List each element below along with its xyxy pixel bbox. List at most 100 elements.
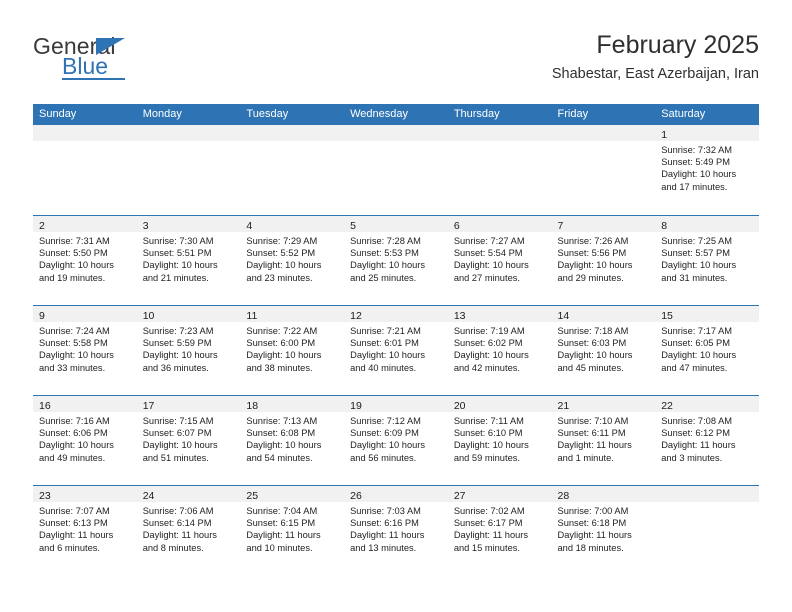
day-detail-line: Sunset: 6:08 PM bbox=[246, 428, 316, 439]
day-detail-line: Sunrise: 7:26 AM bbox=[557, 236, 629, 246]
calendar-week-row: 1 Sunrise: 7:32 AM Sunset: 5:49 PM Daylight… bbox=[33, 125, 759, 215]
calendar-day-cell[interactable]: 25 Sunrise: 7:04 AM Sunset: 6:15 PM Dayligh… bbox=[240, 486, 345, 575]
day-details: Sunrise: 7:28 AM Sunset: 5:53 PM Daylight:… bbox=[344, 232, 448, 284]
calendar-day-cell[interactable]: 4 Sunrise: 7:29 AM Sunset: 5:52 PM Daylight… bbox=[240, 216, 345, 305]
day-detail-line: Sunrise: 7:23 AM bbox=[142, 326, 214, 336]
day-number-band: 26 bbox=[344, 486, 448, 502]
day-details: Sunrise: 7:06 AM Sunset: 6:14 PM Daylight:… bbox=[137, 502, 241, 554]
day-detail-line: and 3 minutes. bbox=[661, 452, 723, 463]
day-number: 28 bbox=[557, 490, 570, 502]
day-detail-line: and 42 minutes. bbox=[453, 362, 520, 373]
day-detail-line: Sunset: 6:02 PM bbox=[453, 338, 523, 349]
day-details: Sunrise: 7:00 AM Sunset: 6:18 PM Daylight:… bbox=[552, 502, 656, 554]
calendar-day-cell[interactable]: 19 Sunrise: 7:12 AM Sunset: 6:09 PM Dayligh… bbox=[344, 396, 448, 485]
calendar-day-cell[interactable]: 6 Sunrise: 7:27 AM Sunset: 5:54 PM Daylight… bbox=[447, 216, 552, 305]
calendar-day-cell[interactable]: 3 Sunrise: 7:30 AM Sunset: 5:51 PM Daylight… bbox=[136, 216, 241, 305]
calendar-day-cell[interactable]: 24 Sunrise: 7:06 AM Sunset: 6:14 PM Dayligh… bbox=[136, 486, 241, 575]
day-details: Sunrise: 7:29 AM Sunset: 5:52 PM Daylight:… bbox=[240, 232, 344, 284]
day-number-band: 16 bbox=[33, 396, 137, 412]
day-number-band: 24 bbox=[136, 486, 241, 502]
day-number-band: 6 bbox=[447, 216, 552, 232]
day-details: Sunrise: 7:19 AM Sunset: 6:02 PM Daylight:… bbox=[448, 322, 552, 374]
day-number: 18 bbox=[246, 400, 259, 412]
day-number-band: 19 bbox=[344, 396, 448, 412]
day-number: 13 bbox=[453, 310, 466, 322]
day-details bbox=[344, 141, 448, 144]
weekday-header-wednesday: Wednesday bbox=[350, 108, 408, 120]
day-details: Sunrise: 7:04 AM Sunset: 6:15 PM Daylight:… bbox=[240, 502, 344, 554]
day-detail-line: Sunset: 5:58 PM bbox=[39, 338, 108, 349]
day-detail-line: and 56 minutes. bbox=[350, 452, 417, 463]
day-detail-line: Daylight: 10 hours bbox=[350, 440, 426, 451]
calendar-day-cell[interactable]: 17 Sunrise: 7:15 AM Sunset: 6:07 PM Dayligh… bbox=[136, 396, 241, 485]
day-number-band bbox=[344, 125, 448, 141]
calendar-day-cell[interactable]: 12 Sunrise: 7:21 AM Sunset: 6:01 PM Dayligh… bbox=[344, 306, 448, 395]
day-detail-line: Sunrise: 7:12 AM bbox=[350, 416, 421, 426]
calendar-day-cell[interactable]: 27 Sunrise: 7:02 AM Sunset: 6:17 PM Dayligh… bbox=[447, 486, 552, 575]
calendar-day-cell[interactable]: 18 Sunrise: 7:13 AM Sunset: 6:08 PM Dayligh… bbox=[240, 396, 345, 485]
calendar-day-cell[interactable]: 7 Sunrise: 7:26 AM Sunset: 5:56 PM Daylight… bbox=[551, 216, 656, 305]
day-details bbox=[240, 141, 344, 144]
day-detail-line: Daylight: 10 hours bbox=[661, 350, 737, 361]
day-detail-line: Daylight: 10 hours bbox=[142, 440, 218, 451]
calendar-week-row: 16 Sunrise: 7:16 AM Sunset: 6:06 PM Dayligh… bbox=[33, 395, 759, 485]
calendar-day-cell[interactable]: 20 Sunrise: 7:11 AM Sunset: 6:10 PM Dayligh… bbox=[447, 396, 552, 485]
calendar-day-cell[interactable]: 5 Sunrise: 7:28 AM Sunset: 5:53 PM Daylight… bbox=[344, 216, 448, 305]
day-detail-line: Sunset: 6:13 PM bbox=[39, 518, 108, 529]
calendar-day-cell[interactable]: 21 Sunrise: 7:10 AM Sunset: 6:11 PM Dayligh… bbox=[551, 396, 656, 485]
day-detail-line: Daylight: 10 hours bbox=[661, 260, 737, 271]
calendar-day-cell[interactable]: 15 Sunrise: 7:17 AM Sunset: 6:05 PM Dayligh… bbox=[655, 306, 759, 395]
day-number-band: 14 bbox=[551, 306, 656, 322]
day-detail-line: Sunset: 6:12 PM bbox=[661, 428, 730, 439]
calendar-day-cell[interactable]: 23 Sunrise: 7:07 AM Sunset: 6:13 PM Dayligh… bbox=[33, 486, 137, 575]
day-detail-line: and 17 minutes. bbox=[661, 181, 728, 192]
day-detail-line: Sunrise: 7:04 AM bbox=[246, 506, 318, 516]
day-detail-line: and 29 minutes. bbox=[557, 272, 624, 283]
day-number-band bbox=[33, 125, 137, 141]
calendar-day-cell[interactable]: 28 Sunrise: 7:00 AM Sunset: 6:18 PM Dayligh… bbox=[551, 486, 656, 575]
day-detail-line: Daylight: 11 hours bbox=[557, 440, 632, 451]
general-blue-logo[interactable]: General Blue bbox=[33, 34, 213, 92]
day-detail-line: Sunrise: 7:19 AM bbox=[453, 326, 525, 336]
calendar-day-cell[interactable]: 13 Sunrise: 7:19 AM Sunset: 6:02 PM Dayligh… bbox=[447, 306, 552, 395]
day-detail-line: and 40 minutes. bbox=[350, 362, 417, 373]
day-detail-line: Sunset: 6:03 PM bbox=[557, 338, 627, 349]
day-number: 26 bbox=[350, 490, 362, 502]
calendar-day-cell[interactable]: 26 Sunrise: 7:03 AM Sunset: 6:16 PM Dayligh… bbox=[344, 486, 448, 575]
day-detail-line: Sunset: 5:50 PM bbox=[39, 248, 108, 259]
day-number-band bbox=[240, 125, 345, 141]
calendar-day-cell[interactable]: 10 Sunrise: 7:23 AM Sunset: 5:59 PM Dayligh… bbox=[136, 306, 241, 395]
calendar-day-cell[interactable]: 2 Sunrise: 7:31 AM Sunset: 5:50 PM Daylight… bbox=[33, 216, 137, 305]
day-detail-line: Sunset: 6:18 PM bbox=[557, 518, 627, 529]
calendar-day-cell[interactable]: 16 Sunrise: 7:16 AM Sunset: 6:06 PM Dayligh… bbox=[33, 396, 137, 485]
calendar-day-cell[interactable]: 22 Sunrise: 7:08 AM Sunset: 6:12 PM Dayligh… bbox=[655, 396, 759, 485]
calendar-day-cell[interactable]: 11 Sunrise: 7:22 AM Sunset: 6:00 PM Dayligh… bbox=[240, 306, 345, 395]
day-detail-line: Sunset: 6:11 PM bbox=[557, 428, 626, 439]
day-detail-line: Sunset: 6:01 PM bbox=[350, 338, 419, 349]
day-detail-line: Daylight: 10 hours bbox=[142, 260, 218, 271]
calendar-day-cell[interactable]: 14 Sunrise: 7:18 AM Sunset: 6:03 PM Dayligh… bbox=[551, 306, 656, 395]
calendar-week-row: 23 Sunrise: 7:07 AM Sunset: 6:13 PM Dayligh… bbox=[33, 485, 759, 575]
day-detail-line: Sunrise: 7:06 AM bbox=[142, 506, 214, 516]
day-detail-line: Sunrise: 7:02 AM bbox=[453, 506, 525, 516]
day-detail-line: Sunset: 6:14 PM bbox=[142, 518, 212, 529]
calendar-day-cell[interactable]: 9 Sunrise: 7:24 AM Sunset: 5:58 PM Daylight… bbox=[33, 306, 137, 395]
day-detail-line: Sunrise: 7:24 AM bbox=[39, 326, 110, 336]
day-detail-line: and 38 minutes. bbox=[246, 362, 313, 373]
day-detail-line: Sunset: 6:05 PM bbox=[661, 338, 730, 349]
day-number: 16 bbox=[39, 400, 51, 412]
calendar-day-cell[interactable]: 8 Sunrise: 7:25 AM Sunset: 5:57 PM Daylight… bbox=[655, 216, 759, 305]
day-detail-line: Sunset: 6:06 PM bbox=[39, 428, 108, 439]
day-number-band bbox=[655, 486, 759, 502]
day-detail-line: Sunset: 6:00 PM bbox=[246, 338, 316, 349]
day-detail-line: Sunrise: 7:22 AM bbox=[246, 326, 318, 336]
calendar-day-cell[interactable]: 1 Sunrise: 7:32 AM Sunset: 5:49 PM Daylight… bbox=[655, 125, 759, 215]
page-title: February 2025 bbox=[596, 31, 759, 59]
day-detail-line: and 13 minutes. bbox=[350, 542, 417, 553]
day-detail-line: Sunrise: 7:17 AM bbox=[661, 326, 733, 336]
day-number: 17 bbox=[142, 400, 155, 412]
day-details: Sunrise: 7:24 AM Sunset: 5:58 PM Daylight:… bbox=[33, 322, 137, 374]
day-detail-line: Sunset: 5:56 PM bbox=[557, 248, 627, 259]
day-detail-line: Daylight: 10 hours bbox=[453, 440, 529, 451]
calendar-weeks: 1 Sunrise: 7:32 AM Sunset: 5:49 PM Daylight… bbox=[33, 125, 759, 575]
